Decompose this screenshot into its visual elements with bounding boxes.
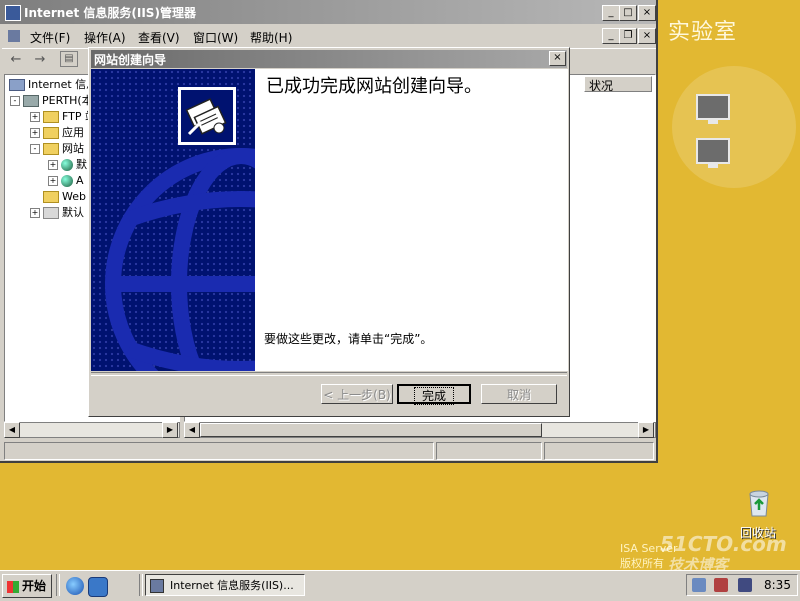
menu-action[interactable]: 操作(A) — [84, 29, 126, 46]
wizard-certificate-icon — [178, 87, 236, 145]
menu-file[interactable]: 文件(F) — [30, 29, 70, 46]
folder-icon — [43, 111, 59, 123]
iis-menu-icon — [8, 30, 20, 42]
show-tree-icon[interactable]: ▤ — [60, 51, 78, 67]
tree-item-iis-root[interactable]: Internet 信息 — [6, 77, 97, 93]
expand-icon[interactable]: + — [48, 176, 58, 186]
network-cloud-graphic — [672, 66, 796, 188]
expand-icon[interactable]: + — [30, 112, 40, 122]
cancel-button[interactable]: 取消 — [481, 384, 557, 404]
security-tray-icon[interactable] — [714, 578, 728, 592]
taskbar-clock[interactable]: 8:35 — [764, 578, 791, 592]
child-close-button[interactable]: × — [638, 28, 656, 44]
server-icon — [23, 95, 39, 107]
folder-icon — [43, 127, 59, 139]
wizard-content-panel — [255, 69, 568, 371]
tree-horizontal-scrollbar[interactable] — [4, 422, 180, 438]
network-tray-icon[interactable] — [692, 578, 706, 592]
close-button[interactable]: × — [638, 5, 656, 21]
taskbar-iis-button[interactable]: Internet 信息服务(IIS)... — [145, 574, 305, 596]
expand-icon[interactable]: + — [30, 128, 40, 138]
status-cell — [544, 442, 654, 460]
scroll-left-icon[interactable]: ◀ — [4, 422, 20, 438]
taskbar-divider — [56, 574, 60, 596]
tree-item-ftp[interactable]: + FTP 站 — [30, 109, 96, 125]
folder-icon — [43, 143, 59, 155]
expand-icon[interactable]: + — [30, 208, 40, 218]
monitor-tray-icon[interactable] — [738, 578, 752, 592]
status-cell — [4, 442, 434, 460]
collapse-icon[interactable]: - — [30, 144, 40, 154]
wizard-title: 网站创建向导 — [94, 53, 167, 67]
monitor-icon — [696, 94, 730, 124]
iis-tree-icon — [9, 79, 25, 91]
menu-window[interactable]: 窗口(W) — [193, 29, 238, 46]
taskbar-divider — [139, 574, 143, 596]
tree-item-websites[interactable]: - 网站 — [30, 141, 84, 157]
iis-taskbar-icon — [150, 579, 164, 593]
tree-item-site-a[interactable]: + A — [48, 173, 84, 189]
monitor-icon — [696, 138, 730, 168]
scroll-thumb[interactable] — [200, 423, 542, 437]
wizard-instruction: 要做这些更改，请单击“完成”。 — [264, 332, 433, 346]
collapse-icon[interactable]: - — [10, 96, 20, 106]
wizard-close-button[interactable]: × — [549, 51, 566, 66]
recycle-bin-icon[interactable] — [744, 488, 774, 518]
scroll-right-icon[interactable]: ▶ — [638, 422, 654, 438]
back-button[interactable]: < 上一步(B) — [321, 384, 393, 404]
child-minimize-button[interactable]: _ — [602, 28, 620, 44]
finish-button[interactable]: 完成 — [397, 384, 471, 405]
wizard-separator — [91, 372, 567, 376]
iis-app-icon — [5, 5, 21, 21]
maximize-button[interactable]: □ — [619, 5, 637, 21]
globe-icon — [61, 159, 73, 171]
tree-item-server[interactable]: - PERTH(本 — [10, 93, 93, 109]
tree-item-default-site[interactable]: + 默 — [48, 157, 87, 173]
globe-icon — [61, 175, 73, 187]
iis-window-title: Internet 信息服务(IIS)管理器 — [24, 6, 196, 20]
isa-caption-2: 版权所有 — [620, 557, 664, 570]
internet-explorer-icon[interactable] — [66, 577, 84, 595]
scroll-left-icon[interactable]: ◀ — [184, 422, 200, 438]
windows-logo-icon — [7, 580, 19, 593]
start-button[interactable]: 开始 — [2, 574, 52, 598]
desktop-title: 实验室 — [668, 20, 738, 45]
menu-help[interactable]: 帮助(H) — [250, 29, 292, 46]
child-restore-button[interactable]: ❐ — [619, 28, 637, 44]
tree-item-web-extensions[interactable]: Web — [40, 189, 86, 205]
show-desktop-icon[interactable] — [88, 577, 108, 597]
menu-view[interactable]: 查看(V) — [138, 29, 180, 46]
status-cell — [436, 442, 542, 460]
tree-item-default-smtp[interactable]: + 默认 — [30, 205, 84, 221]
scroll-right-icon[interactable]: ▶ — [162, 422, 178, 438]
taskbar — [0, 570, 800, 601]
tree-item-app-pools[interactable]: + 应用 — [30, 125, 84, 141]
smtp-icon — [43, 207, 59, 219]
folder-icon — [43, 191, 59, 203]
forward-arrow-icon[interactable]: → — [30, 51, 50, 69]
column-header-status[interactable]: 状况 — [584, 76, 652, 93]
expand-icon[interactable]: + — [48, 160, 58, 170]
minimize-button[interactable]: _ — [602, 5, 620, 21]
watermark: 51CTO.com — [660, 532, 787, 556]
wizard-heading: 已成功完成网站创建向导。 — [266, 76, 482, 97]
back-arrow-icon[interactable]: ← — [6, 51, 26, 69]
